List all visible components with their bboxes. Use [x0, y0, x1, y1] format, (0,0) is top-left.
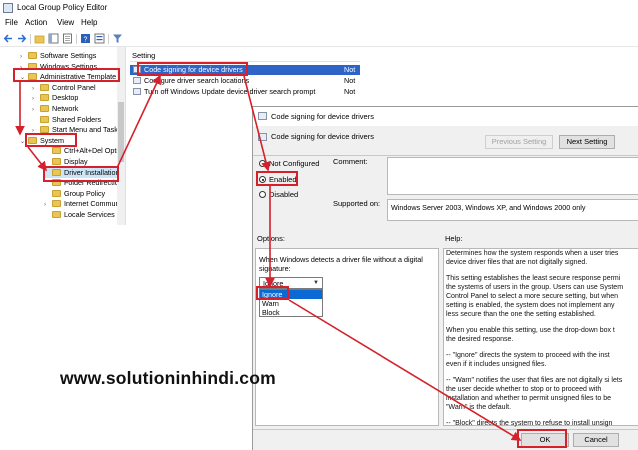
radio-not-configured[interactable]: Not Configured [259, 159, 319, 169]
tree-node-label: Locale Services [64, 210, 115, 219]
list-header[interactable]: Setting [130, 50, 360, 62]
tree-node[interactable]: Ctrl+Alt+Del Opti [44, 145, 118, 156]
tree-node-label: Group Policy [64, 188, 106, 198]
folder-icon [52, 200, 61, 208]
folder-icon [52, 158, 61, 165]
dialog-title-bar: Code signing for device drivers [253, 107, 638, 126]
tree-node[interactable]: Shared Folders [32, 114, 101, 125]
app-icon [3, 3, 13, 13]
annotation-box-admin-templates [13, 68, 120, 82]
help-paragraph: This setting establishes the least secur… [446, 275, 624, 318]
setting-state: Not [344, 87, 356, 96]
policy-icon [258, 133, 267, 141]
menu-help[interactable]: Help [81, 18, 97, 27]
tree-node[interactable]: › Network [32, 103, 78, 114]
tree-node-label: Shared Folders [52, 114, 102, 124]
dropdown-option-warn[interactable]: Warn [260, 299, 322, 308]
help-paragraph: -- "Ignore" directs the system to procee… [446, 352, 610, 368]
up-folder-icon[interactable] [34, 33, 45, 44]
properties-icon[interactable] [94, 33, 105, 44]
dialog-title: Code signing for device drivers [271, 112, 374, 121]
setting-column-header[interactable]: Setting [132, 51, 155, 60]
dialog-subtitle-text: Code signing for device drivers [271, 132, 374, 141]
forward-arrow-icon[interactable] [16, 33, 27, 44]
tree-node[interactable]: › Internet Commun [44, 198, 120, 209]
folder-icon [52, 147, 61, 155]
annotation-box-ok [517, 429, 567, 448]
help-paragraph: -- "Warn" notifies the user that files a… [446, 377, 623, 411]
show-hide-tree-icon[interactable] [48, 33, 59, 44]
help-paragraph: When you enable this setting, use the dr… [446, 327, 615, 343]
menu-view[interactable]: View [57, 18, 74, 27]
setting-state: Not [344, 76, 356, 85]
annotation-box-driver-installation [43, 166, 119, 182]
radio-circle-disabled [259, 191, 266, 198]
comment-label: Comment: [333, 157, 368, 166]
toolbar: ? [0, 31, 638, 47]
tree-node-label: Control Panel [52, 82, 96, 92]
tree-node-label: Display [64, 157, 88, 166]
tree-node[interactable]: › Software Settings [20, 50, 96, 61]
folder-icon [40, 115, 49, 123]
next-setting-button[interactable]: Next Setting [559, 135, 615, 149]
policy-icon [133, 77, 141, 84]
back-arrow-icon[interactable] [3, 33, 14, 44]
help-paragraph: -- "Block" directs the system to refuse … [446, 420, 613, 427]
annotation-box-enabled [256, 171, 298, 186]
tree-scroll-thumb[interactable] [118, 102, 124, 162]
help-label: Help: [445, 234, 463, 243]
menu-action[interactable]: Action [25, 18, 47, 27]
filter-icon[interactable] [112, 33, 123, 44]
supported-on-label: Supported on: [333, 199, 381, 208]
comment-input[interactable] [387, 157, 638, 195]
radio-disabled[interactable]: Disabled [259, 190, 298, 200]
options-panel [255, 248, 439, 426]
annotation-box-code-signing [137, 62, 248, 76]
tree-node-label: Software Settings [40, 51, 97, 60]
radio-circle-not-configured [259, 160, 266, 167]
folder-icon [40, 83, 49, 91]
tree-node-label: Ctrl+Alt+Del Opti [64, 146, 118, 156]
help-paragraph: Determines how the system responds when … [446, 250, 619, 266]
setting-name: Configure driver search locations [144, 76, 250, 85]
tree-node-label: Internet Commun [64, 199, 120, 209]
window-title: Local Group Policy Editor [17, 3, 108, 12]
tree-node-label: Desktop [52, 93, 79, 103]
policy-icon [133, 88, 141, 95]
menu-file[interactable]: File [5, 18, 18, 27]
previous-setting-button[interactable]: Previous Setting [485, 135, 553, 149]
tree-node[interactable]: › Control Panel [32, 82, 96, 93]
policy-icon [258, 112, 267, 120]
tree-node[interactable]: Group Policy [44, 188, 105, 199]
help-icon[interactable]: ? [80, 33, 91, 44]
chevron-down-icon: ▼ [313, 280, 319, 286]
annotation-box-ignore [256, 286, 289, 300]
dropdown-option-block[interactable]: Block [260, 308, 322, 317]
svg-text:?: ? [84, 37, 88, 44]
folder-icon [40, 105, 49, 112]
radio-label-not-configured: Not Configured [269, 159, 320, 168]
tree-node-label: Network [52, 104, 79, 113]
options-description: When Windows detects a driver file witho… [259, 255, 423, 273]
setting-state: Not [344, 65, 356, 74]
options-label: Options: [257, 234, 285, 243]
export-list-icon[interactable] [62, 33, 73, 44]
settings-list-row[interactable]: Configure driver search locations Not [130, 76, 360, 86]
watermark-text: www.solutioninhindi.com [60, 368, 276, 388]
help-text: Determines how the system responds when … [446, 249, 626, 429]
folder-icon [52, 211, 61, 218]
folder-icon [40, 94, 49, 102]
supported-on-value: Windows Server 2003, Windows XP, and Win… [387, 199, 638, 221]
settings-list-row[interactable]: Turn off Windows Update device driver se… [130, 87, 360, 97]
folder-icon [52, 189, 61, 197]
annotation-box-system [25, 133, 77, 147]
tree-node[interactable]: › Desktop [32, 92, 78, 103]
title-bar: Local Group Policy Editor [0, 0, 638, 16]
menu-bar: File Action View Help [0, 16, 638, 30]
cancel-button[interactable]: Cancel [573, 433, 619, 447]
radio-label-disabled: Disabled [269, 190, 299, 199]
tree-node[interactable]: Locale Services [44, 209, 115, 220]
folder-icon [28, 52, 37, 59]
setting-name: Turn off Windows Update device driver se… [144, 87, 316, 96]
